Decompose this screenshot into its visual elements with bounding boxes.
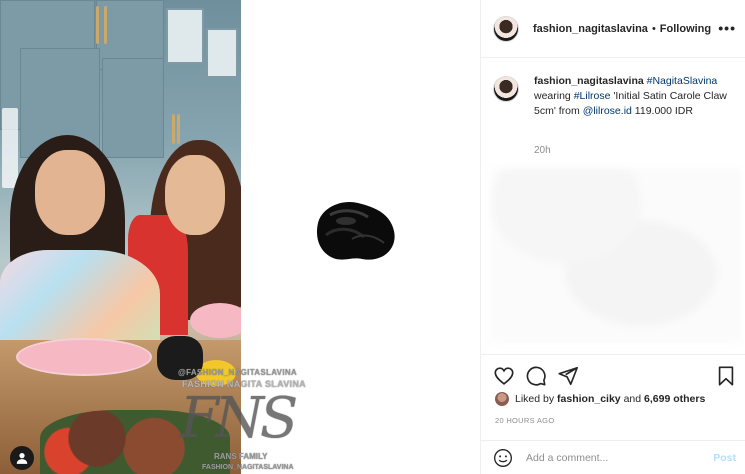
likes-summary: Liked by fashion_ciky and 6,699 others bbox=[495, 392, 705, 406]
comment-icon bbox=[526, 366, 546, 386]
caption-avatar[interactable] bbox=[493, 76, 519, 102]
header-username[interactable]: fashion_nagitaslavina bbox=[533, 23, 648, 35]
person-right-face bbox=[165, 155, 225, 235]
cabinet-handle bbox=[96, 6, 99, 44]
watermark-bottom: FASHION_NAGITASLAVINA bbox=[202, 464, 294, 471]
post-media[interactable]: @FASHION_NAGITASLAVINA FASHION NAGITA SL… bbox=[0, 0, 480, 474]
avatar[interactable] bbox=[493, 15, 519, 42]
likes-prefix: Liked by bbox=[515, 393, 555, 405]
cabinet-glass-door bbox=[166, 8, 204, 64]
header-separator: • bbox=[651, 22, 656, 35]
liker-username[interactable]: fashion_ciky bbox=[557, 393, 621, 405]
caption-text-part: 119.000 IDR bbox=[634, 105, 693, 117]
share-icon bbox=[558, 366, 578, 386]
cabinet-glass-door bbox=[206, 28, 238, 78]
user-tags-button[interactable] bbox=[10, 446, 34, 470]
caption-username[interactable]: fashion_nagitaslavina bbox=[534, 75, 644, 87]
likes-others-link[interactable]: 6,699 others bbox=[644, 393, 705, 405]
bookmark-icon bbox=[718, 366, 734, 386]
hashtag-link[interactable]: #Lilrose bbox=[574, 90, 611, 102]
comment-input[interactable] bbox=[526, 451, 691, 464]
like-button[interactable] bbox=[493, 365, 515, 387]
person-left-face bbox=[35, 150, 105, 235]
watermark: @FASHION_NAGITASLAVINA FASHION NAGITA SL… bbox=[178, 368, 308, 471]
action-bar bbox=[481, 354, 745, 394]
cabinet-handle bbox=[172, 114, 175, 144]
mention-link[interactable]: @lilrose.id bbox=[583, 105, 632, 117]
wall-light bbox=[2, 108, 18, 188]
hashtag-link[interactable]: #NagitaSlavina bbox=[647, 75, 718, 87]
claw-clip-product-image bbox=[316, 201, 395, 260]
post-comment-button[interactable]: Post bbox=[713, 452, 736, 464]
caption-time: 20h bbox=[534, 145, 551, 156]
plate bbox=[190, 303, 241, 338]
comments-area bbox=[491, 168, 741, 343]
post-sidebar: fashion_nagitaslavina • Following ••• fa… bbox=[480, 0, 745, 474]
watermark-family: RANS FAMILY bbox=[214, 452, 268, 461]
share-button[interactable] bbox=[557, 365, 579, 387]
watermark-logo: FNS bbox=[180, 386, 298, 451]
comment-form: Post bbox=[481, 440, 745, 474]
plate bbox=[16, 338, 152, 376]
caption-text: fashion_nagitaslavina #NagitaSlavina wea… bbox=[534, 74, 744, 119]
heart-icon bbox=[494, 367, 514, 385]
watermark-handle: @FASHION_NAGITASLAVINA bbox=[178, 368, 297, 377]
likes-and: and bbox=[623, 393, 642, 405]
following-button[interactable]: Following bbox=[660, 23, 711, 35]
kitchen-cabinet bbox=[102, 58, 164, 158]
comment-button[interactable] bbox=[525, 365, 547, 387]
post-timestamp[interactable]: 20 HOURS AGO bbox=[495, 416, 554, 425]
more-options-icon[interactable]: ••• bbox=[718, 20, 736, 36]
cabinet-handle bbox=[104, 6, 107, 44]
cabinet-handle bbox=[177, 114, 180, 144]
liker-avatar[interactable] bbox=[495, 392, 509, 406]
emoji-icon[interactable] bbox=[493, 448, 513, 468]
caption-text-part: wearing bbox=[534, 90, 571, 102]
post-header: fashion_nagitaslavina • Following ••• bbox=[481, 0, 745, 58]
person-icon bbox=[16, 453, 28, 464]
save-button[interactable] bbox=[715, 365, 737, 387]
